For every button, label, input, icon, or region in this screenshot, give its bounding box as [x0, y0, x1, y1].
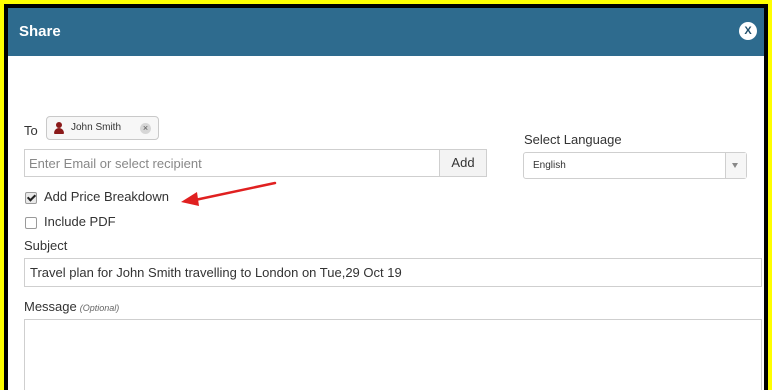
annotation-arrow-icon [181, 181, 277, 206]
dialog-header: Share X [8, 8, 764, 56]
share-dialog: Share X To John Smith × Add Select Langu… [8, 8, 764, 390]
recipient-name: John Smith [71, 122, 122, 133]
subject-input[interactable] [24, 258, 762, 287]
chevron-down-icon [732, 163, 738, 168]
optional-label: (Optional) [79, 303, 120, 313]
price-breakdown-label: Add Price Breakdown [44, 189, 170, 204]
dropdown-arrow[interactable] [725, 153, 746, 178]
price-breakdown-checkbox[interactable] [25, 192, 37, 204]
remove-recipient-icon[interactable]: × [140, 123, 151, 134]
add-button[interactable]: Add [439, 149, 487, 177]
include-pdf-checkbox[interactable] [25, 217, 37, 229]
message-label: Message (Optional) [24, 299, 119, 314]
close-button[interactable]: X [739, 22, 757, 40]
dialog-title: Share [19, 23, 61, 40]
recipient-input[interactable] [24, 149, 443, 177]
to-label: To [24, 123, 38, 138]
message-textarea[interactable] [24, 319, 762, 390]
language-selected-value: English [533, 160, 566, 171]
message-label-text: Message [24, 299, 77, 314]
person-icon [54, 122, 64, 134]
subject-label: Subject [24, 238, 68, 253]
language-select[interactable]: English [523, 152, 747, 179]
include-pdf-label: Include PDF [44, 214, 116, 229]
language-label: Select Language [524, 132, 622, 147]
recipient-chip[interactable]: John Smith × [46, 116, 159, 140]
